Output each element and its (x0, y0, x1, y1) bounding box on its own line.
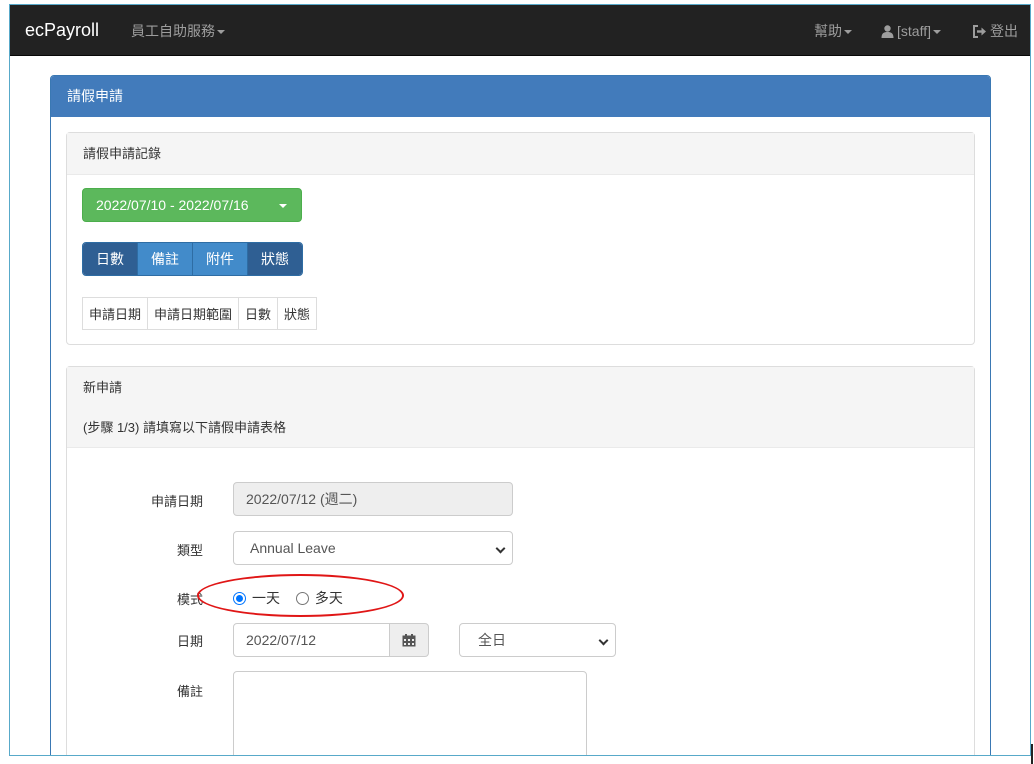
browser-frame: ecPayroll 員工自助服務 幫助 [staff] 登出 請假申請 請假申請… (9, 4, 1031, 756)
chevron-down-icon (844, 30, 852, 35)
col-apply-date[interactable]: 申請日期 (81, 297, 149, 330)
new-request-panel: 新申請 (步驟 1/3) 請填寫以下請假申請表格 申請日期 2022/07/12… (66, 366, 975, 755)
logout-label: 登出 (990, 23, 1018, 39)
period-select-value: 全日 (478, 632, 506, 648)
window-edge-marker (1031, 744, 1033, 764)
type-label: 類型 (176, 543, 203, 558)
col-date-range[interactable]: 申請日期範圍 (147, 297, 240, 330)
logout-link[interactable]: 登出 (973, 22, 1018, 40)
step-text: (步驟 1/3) 請填寫以下請假申請表格 (83, 420, 286, 435)
new-request-header: 新申請 (步驟 1/3) 請填寫以下請假申請表格 (67, 367, 974, 448)
menu-user[interactable]: [staff] (881, 22, 941, 40)
records-table: 申請日期 申請日期範圍 日數 狀態 (81, 297, 318, 330)
table-header-row: 申請日期 申請日期範圍 日數 狀態 (81, 297, 318, 330)
toggle-attachment-button[interactable]: 附件 (193, 243, 248, 275)
date-range-label: 2022/07/10 - 2022/07/16 (96, 197, 249, 213)
user-icon (881, 25, 894, 38)
chevron-down-icon (495, 543, 506, 554)
date-range-button[interactable]: 2022/07/10 - 2022/07/16 (82, 188, 302, 222)
new-request-title: 新申請 (83, 380, 123, 395)
remark-label: 備註 (176, 684, 203, 699)
remark-textarea[interactable] (233, 671, 587, 755)
toggle-days-button[interactable]: 日數 (83, 243, 138, 275)
brand-logo[interactable]: ecPayroll (25, 20, 99, 40)
chevron-down-icon (932, 30, 941, 35)
leave-application-panel: 請假申請 請假申請記錄 2022/07/10 - 2022/07/16 日數 備… (50, 75, 991, 755)
period-select[interactable]: 全日 (459, 623, 616, 657)
records-panel: 請假申請記錄 2022/07/10 - 2022/07/16 日數 備註 附件 … (66, 132, 975, 345)
col-status[interactable]: 狀態 (277, 297, 318, 330)
apply-date-field: 2022/07/12 (週二) (233, 482, 513, 516)
menu-help-label: 幫助 (814, 23, 842, 39)
chevron-down-icon (217, 30, 225, 35)
chevron-down-icon (598, 635, 609, 646)
records-title: 請假申請記錄 (67, 133, 974, 175)
toggle-status-button[interactable]: 狀態 (248, 243, 302, 275)
calendar-button[interactable] (389, 623, 429, 657)
apply-date-label: 申請日期 (150, 494, 203, 509)
highlight-annotation-oval (197, 574, 404, 617)
type-select[interactable]: Annual Leave (233, 531, 513, 565)
menu-help[interactable]: 幫助 (814, 22, 852, 40)
menu-self-service[interactable]: 員工自助服務 (131, 22, 225, 40)
menu-user-label: [staff] (897, 23, 931, 39)
type-select-value: Annual Leave (250, 540, 336, 556)
col-days[interactable]: 日數 (238, 297, 279, 330)
calendar-icon (402, 634, 416, 647)
date-label: 日期 (176, 634, 203, 649)
date-input[interactable]: 2022/07/12 (233, 623, 390, 657)
menu-self-service-label: 員工自助服務 (131, 23, 215, 39)
logout-icon (973, 25, 986, 38)
column-toggle-group: 日數 備註 附件 狀態 (82, 242, 303, 276)
panel-title: 請假申請 (51, 76, 990, 117)
top-navbar: ecPayroll 員工自助服務 幫助 [staff] 登出 (10, 5, 1030, 56)
mode-label: 模式 (176, 592, 203, 607)
toggle-remark-button[interactable]: 備註 (138, 243, 193, 275)
chevron-down-icon (279, 204, 287, 208)
